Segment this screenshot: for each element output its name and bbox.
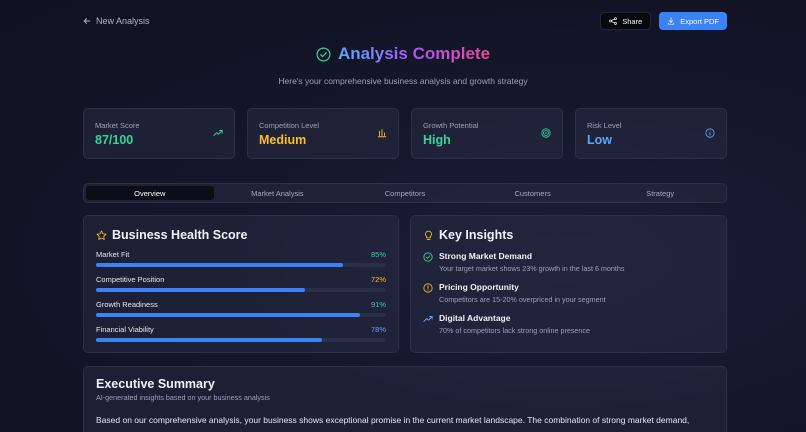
back-link[interactable]: New Analysis: [83, 16, 150, 26]
progress-fill: [96, 288, 305, 292]
progress-track: [96, 313, 386, 317]
progress-track: [96, 338, 386, 342]
share-icon: [609, 17, 618, 25]
export-label: Export PDF: [680, 16, 719, 26]
insight-item: Strong Market Demand Your target market s…: [423, 251, 714, 273]
progress-fill: [96, 313, 360, 317]
tab-customers[interactable]: Customers: [469, 186, 597, 200]
insight-title: Pricing Opportunity: [439, 282, 519, 292]
summary-subtitle: AI-generated insights based on your busi…: [96, 393, 270, 402]
tab-market-analysis[interactable]: Market Analysis: [214, 186, 342, 200]
bar-chart-icon: [377, 129, 387, 138]
page-subtitle: Here's your comprehensive business analy…: [278, 75, 528, 86]
health-label: Financial Viability: [96, 325, 154, 334]
health-label: Growth Readiness: [96, 300, 158, 309]
panel-title-text: Key Insights: [439, 228, 514, 242]
metric-value: 87/100: [95, 133, 134, 147]
panel-title: Key Insights: [423, 228, 714, 242]
alert-circle-icon: [423, 283, 433, 293]
hero: Analysis Complete Here's your comprehens…: [0, 44, 806, 86]
insight-item: Digital Advantage 70% of competitors lack…: [423, 313, 714, 335]
page-title: Analysis Complete: [316, 44, 490, 64]
progress-track: [96, 288, 386, 292]
insight-desc: Competitors are 15-20% overpriced in you…: [439, 295, 606, 304]
insight-desc: Your target market shows 23% growth in t…: [439, 264, 625, 273]
info-icon: [705, 128, 715, 138]
download-icon: [668, 17, 675, 25]
metric-value: High: [423, 133, 451, 147]
panel-title: Business Health Score: [96, 228, 386, 242]
health-row: Financial Viability 78%: [96, 325, 386, 342]
title-text: Analysis Complete: [337, 44, 491, 63]
health-pct: 78%: [370, 325, 386, 334]
trending-up-icon: [213, 130, 223, 136]
progress-fill: [96, 338, 323, 342]
back-label: New Analysis: [96, 16, 150, 26]
tab-competitors[interactable]: Competitors: [341, 186, 469, 200]
health-pct: 72%: [370, 275, 386, 284]
tab-strategy[interactable]: Strategy: [596, 186, 724, 200]
metric-value: Medium: [259, 133, 307, 147]
executive-summary-panel: Executive Summary AI-generated insights …: [83, 366, 727, 432]
health-row: Growth Readiness 91%: [96, 300, 386, 317]
export-pdf-button[interactable]: Export PDF: [659, 12, 727, 30]
key-insights-panel: Key Insights Strong Market Demand Your ta…: [410, 215, 727, 353]
metric-label: Market Score: [95, 121, 140, 130]
metric-value: Low: [587, 133, 612, 147]
star-icon: [96, 230, 107, 240]
metric-card-risk: Risk Level Low: [575, 108, 727, 159]
health-pct: 91%: [370, 300, 386, 309]
metric-label: Growth Potential: [423, 121, 479, 130]
trending-up-icon: [423, 316, 433, 322]
progress-track: [96, 263, 386, 267]
summary-title: Executive Summary: [96, 377, 215, 391]
health-row: Market Fit 85%: [96, 250, 386, 267]
tab-bar: Overview Market Analysis Competitors Cus…: [83, 183, 727, 203]
health-label: Market Fit: [96, 250, 130, 259]
health-row: Competitive Position 72%: [96, 275, 386, 292]
business-health-panel: Business Health Score Market Fit 85% Comp…: [83, 215, 399, 353]
insight-title: Digital Advantage: [439, 313, 511, 323]
health-label: Competitive Position: [96, 275, 165, 284]
share-button[interactable]: Share: [600, 12, 652, 30]
metric-card-competition: Competition Level Medium: [247, 108, 399, 159]
summary-body: Based on our comprehensive analysis, you…: [96, 415, 690, 425]
check-circle-icon: [423, 252, 433, 262]
panel-title-text: Business Health Score: [112, 228, 248, 242]
insight-desc: 70% of competitors lack strong online pr…: [439, 326, 591, 335]
metric-cards: Market Score 87/100 Competition Level Me…: [83, 108, 727, 159]
metric-card-growth: Growth Potential High: [411, 108, 563, 159]
target-icon: [541, 128, 551, 138]
top-bar: New Analysis Share Export PDF: [83, 11, 727, 31]
tab-overview[interactable]: Overview: [86, 186, 214, 200]
metric-label: Risk Level: [587, 121, 622, 130]
insight-item: Pricing Opportunity Competitors are 15-20…: [423, 282, 714, 304]
action-group: Share Export PDF: [600, 12, 727, 30]
insight-title: Strong Market Demand: [439, 251, 533, 261]
metric-card-market-score: Market Score 87/100: [83, 108, 235, 159]
progress-fill: [96, 263, 343, 267]
lightbulb-icon: [425, 230, 432, 240]
metric-label: Competition Level: [259, 121, 320, 130]
health-pct: 85%: [370, 250, 386, 259]
arrow-left-icon: [83, 18, 91, 24]
check-circle-icon: [316, 47, 331, 61]
share-label: Share: [622, 16, 643, 26]
